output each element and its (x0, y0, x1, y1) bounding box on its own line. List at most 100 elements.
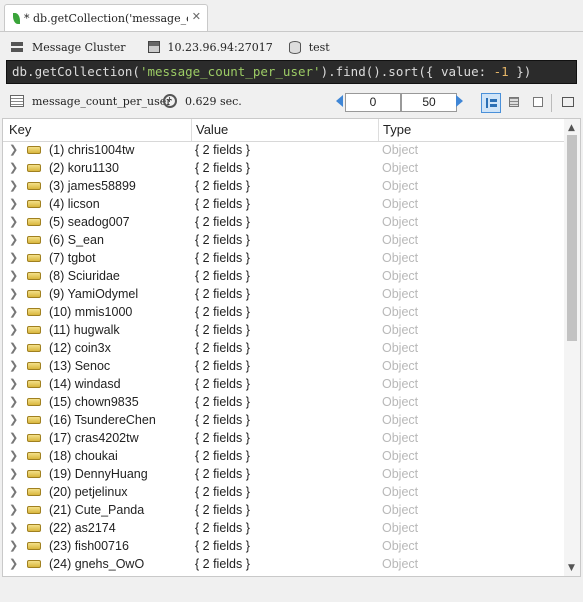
column-header-type[interactable]: Type (383, 122, 411, 137)
row-type: Object (382, 521, 419, 535)
expand-chevron-icon[interactable]: ❯ (9, 215, 18, 228)
text-view-button[interactable] (529, 93, 549, 113)
scroll-up-icon[interactable]: ▲ (568, 123, 575, 133)
tree-row[interactable]: ❯ (9) YamiOdymel { 2 fields } Object (3, 285, 565, 303)
expand-chevron-icon[interactable]: ❯ (9, 197, 18, 210)
row-key: (13) Senoc (49, 359, 111, 373)
server-info: 10.23.96.94:27017 (147, 41, 273, 54)
row-type: Object (382, 539, 419, 553)
row-value: { 2 fields } (195, 215, 250, 229)
tree-view-button[interactable] (481, 93, 501, 113)
tree-row[interactable]: ❯ (13) Senoc { 2 fields } Object (3, 357, 565, 375)
cluster-name: Message Cluster (32, 40, 126, 54)
limit-input[interactable]: 50 (401, 93, 457, 112)
row-value: { 2 fields } (195, 503, 250, 517)
row-key: (21) Cute_Panda (49, 503, 145, 517)
tree-row[interactable]: ❯ (11) hugwalk { 2 fields } Object (3, 321, 565, 339)
tree-row[interactable]: ❯ (21) Cute_Panda { 2 fields } Object (3, 501, 565, 519)
expand-chevron-icon[interactable]: ❯ (9, 161, 18, 174)
expand-chevron-icon[interactable]: ❯ (9, 413, 18, 426)
tree-row[interactable]: ❯ (24) gnehs_OwO { 2 fields } Object (3, 555, 565, 573)
expand-chevron-icon[interactable]: ❯ (9, 251, 18, 264)
expand-chevron-icon[interactable]: ❯ (9, 431, 18, 444)
skip-input[interactable]: 0 (345, 93, 401, 112)
expand-chevron-icon[interactable]: ❯ (9, 467, 18, 480)
object-icon (27, 218, 41, 226)
expand-chevron-icon[interactable]: ❯ (9, 359, 18, 372)
tree-row[interactable]: ❯ (15) chown9835 { 2 fields } Object (3, 393, 565, 411)
results-panel: Key Value Type ❯ (1) chris1004tw { 2 field… (2, 118, 581, 577)
tree-row[interactable]: ❯ (16) TsundereChen { 2 fields } Object (3, 411, 565, 429)
expand-chevron-icon[interactable]: ❯ (9, 179, 18, 192)
query-editor[interactable]: db.getCollection('message_count_per_user… (6, 60, 577, 84)
object-icon (27, 344, 41, 352)
expand-chevron-icon[interactable]: ❯ (9, 341, 18, 354)
row-type: Object (382, 161, 419, 175)
row-value: { 2 fields } (195, 485, 250, 499)
expand-chevron-icon[interactable]: ❯ (9, 269, 18, 282)
row-key: (23) fish00716 (49, 539, 129, 553)
object-icon (27, 470, 41, 478)
tree-row[interactable]: ❯ (14) windasd { 2 fields } Object (3, 375, 565, 393)
expand-chevron-icon[interactable]: ❯ (9, 503, 18, 516)
column-divider[interactable] (378, 119, 379, 141)
object-icon (27, 254, 41, 262)
object-icon (27, 326, 41, 334)
tree-row[interactable]: ❯ (1) chris1004tw { 2 fields } Object (3, 141, 565, 159)
object-icon (27, 146, 41, 154)
maximize-icon[interactable] (562, 97, 574, 107)
scroll-down-icon[interactable]: ▼ (568, 563, 575, 573)
expand-chevron-icon[interactable]: ❯ (9, 305, 18, 318)
cluster-info: Message Cluster (10, 41, 126, 54)
tree-row[interactable]: ❯ (2) koru1130 { 2 fields } Object (3, 159, 565, 177)
tree-row[interactable]: ❯ (6) S_ean { 2 fields } Object (3, 231, 565, 249)
tree-row[interactable]: ❯ (17) cras4202tw { 2 fields } Object (3, 429, 565, 447)
scrollbar-thumb[interactable] (567, 135, 577, 341)
column-header-key[interactable]: Key (9, 122, 31, 137)
query-sort-value: -1 (493, 64, 509, 79)
database-info: test (288, 40, 330, 54)
tree-row[interactable]: ❯ (12) coin3x { 2 fields } Object (3, 339, 565, 357)
tree-row[interactable]: ❯ (20) petjelinux { 2 fields } Object (3, 483, 565, 501)
column-divider[interactable] (191, 119, 192, 141)
row-value: { 2 fields } (195, 251, 250, 265)
expand-chevron-icon[interactable]: ❯ (9, 449, 18, 462)
row-key: (4) licson (49, 197, 100, 211)
tree-row[interactable]: ❯ (18) choukai { 2 fields } Object (3, 447, 565, 465)
close-icon[interactable]: ✕ (192, 10, 201, 23)
expand-chevron-icon[interactable]: ❯ (9, 539, 18, 552)
expand-chevron-icon[interactable]: ❯ (9, 377, 18, 390)
tree-row[interactable]: ❯ (5) seadog007 { 2 fields } Object (3, 213, 565, 231)
expand-chevron-icon[interactable]: ❯ (9, 395, 18, 408)
expand-chevron-icon[interactable]: ❯ (9, 323, 18, 336)
tree-row[interactable]: ❯ (23) fish00716 { 2 fields } Object (3, 537, 565, 555)
tree-row[interactable]: ❯ (19) DennyHuang { 2 fields } Object (3, 465, 565, 483)
expand-chevron-icon[interactable]: ❯ (9, 287, 18, 300)
tree-row[interactable]: ❯ (3) james58899 { 2 fields } Object (3, 177, 565, 195)
query-tab[interactable]: * db.getCollection('message_co… ✕ (4, 4, 208, 31)
expand-chevron-icon[interactable]: ❯ (9, 233, 18, 246)
expand-chevron-icon[interactable]: ❯ (9, 143, 18, 156)
row-key: (22) as2174 (49, 521, 116, 535)
expand-chevron-icon[interactable]: ❯ (9, 485, 18, 498)
column-header-value[interactable]: Value (196, 122, 228, 137)
vertical-scrollbar[interactable]: ▲ ▼ (564, 119, 580, 576)
query-time: 0.629 sec. (185, 95, 242, 108)
row-value: { 2 fields } (195, 233, 250, 247)
row-type: Object (382, 179, 419, 193)
tree-row[interactable]: ❯ (7) tgbot { 2 fields } Object (3, 249, 565, 267)
tree-row[interactable]: ❯ (4) licson { 2 fields } Object (3, 195, 565, 213)
results-tree: ❯ (1) chris1004tw { 2 fields } Object ❯ (2) k… (3, 141, 565, 573)
next-page-icon[interactable] (456, 95, 463, 107)
tree-row[interactable]: ❯ (8) Sciuridae { 2 fields } Object (3, 267, 565, 285)
row-type: Object (382, 143, 419, 157)
toolbar-separator (551, 94, 552, 112)
previous-page-icon[interactable] (336, 95, 343, 107)
expand-chevron-icon[interactable]: ❯ (9, 521, 18, 534)
row-type: Object (382, 449, 419, 463)
expand-chevron-icon[interactable]: ❯ (9, 557, 18, 570)
tree-row[interactable]: ❯ (10) mmis1000 { 2 fields } Object (3, 303, 565, 321)
table-view-button[interactable] (505, 93, 525, 113)
tree-row[interactable]: ❯ (22) as2174 { 2 fields } Object (3, 519, 565, 537)
object-icon (27, 542, 41, 550)
